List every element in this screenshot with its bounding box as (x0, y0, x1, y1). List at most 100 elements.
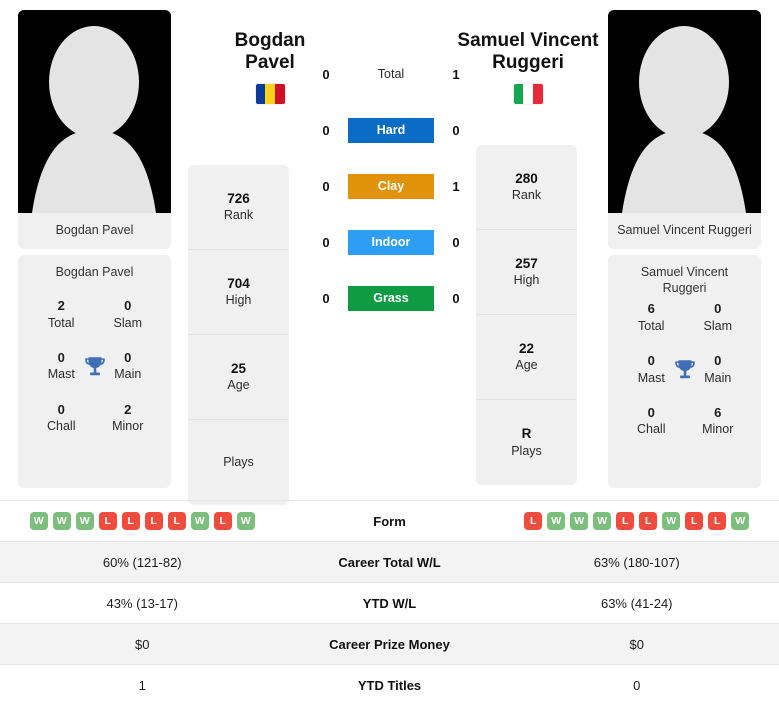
h2h-surface-label: Total (377, 67, 405, 81)
h2h-right-count: 1 (452, 66, 460, 82)
table-row-career-prize-money: $0 Career Prize Money $0 (0, 623, 779, 664)
form-badge-l: L (213, 512, 232, 530)
h2h-left-count: 0 (322, 290, 330, 306)
info-row-high: 704 High (188, 250, 289, 335)
info-row-rank: 280 Rank (476, 145, 577, 230)
form-badge-w: W (570, 512, 589, 530)
titles-stat: 6 Minor (685, 404, 752, 438)
h2h-surface-bar-indoor: Indoor (348, 229, 434, 255)
form-badge-l: L (98, 512, 117, 530)
info-row-rank: 726 Rank (188, 165, 289, 250)
player-right-info-card: 280 Rank 257 High 22 Age R Plays (476, 145, 577, 485)
player-right-titles-name: Samuel Vincent Ruggeri (640, 265, 729, 295)
italy-flag-icon (513, 83, 543, 104)
player-right-first-name: Samuel Vincent (457, 30, 599, 51)
table-row-ytd-titles: 1 YTD Titles 0 (0, 664, 779, 705)
table-row-form: WWWLLLLWLW Form LWWWLLWLLW (0, 500, 779, 541)
career-total-wl-left: 60% (121-82) (102, 554, 182, 570)
form-badge-l: L (524, 512, 543, 530)
form-badge-l: L (167, 512, 186, 530)
titles-label: Minor (112, 419, 144, 434)
h2h-left-count: 0 (322, 122, 330, 138)
h2h-left-count: 0 (322, 66, 330, 82)
info-label: Rank (223, 208, 254, 223)
titles-label: Slam (703, 318, 732, 333)
form-badge-w: W (29, 512, 48, 530)
head-to-head-surface-list: 0 Total 1 0 Hard 0 0 Clay 1 0 Indoor 0 0 (296, 60, 486, 312)
player-left-photo-frame (18, 10, 171, 213)
titles-label: Total (638, 318, 665, 333)
titles-value: 0 (124, 298, 132, 313)
form-badge-l: L (121, 512, 140, 530)
titles-value: 6 (714, 404, 722, 420)
player-left-first-name: Bogdan (234, 30, 306, 51)
info-label: Rank (511, 188, 542, 203)
titles-stat: 2 Minor (95, 401, 162, 435)
player-right-photo-frame (608, 10, 761, 213)
table-row-career-total-wl: 60% (121-82) Career Total W/L 63% (180-1… (0, 541, 779, 582)
person-placeholder-icon (32, 26, 156, 213)
info-value: 704 (227, 275, 250, 291)
row-label-form: Form (373, 513, 406, 529)
career-prize-money-right: $0 (629, 636, 644, 652)
form-badge-l: L (708, 512, 727, 530)
form-badge-w: W (52, 512, 71, 530)
row-label-career-total-wl: Career Total W/L (338, 554, 441, 570)
form-badge-l: L (144, 512, 163, 530)
h2h-page: Bogdan Pavel Samuel Vincent Ruggeri Bogd… (0, 0, 779, 719)
titles-stat: 0 Slam (685, 300, 752, 334)
player-right-photo-caption: Samuel Vincent Ruggeri (617, 223, 752, 238)
h2h-left-count: 0 (322, 178, 330, 194)
h2h-surface-bar-grass: Grass (348, 285, 434, 311)
info-label: Plays (223, 455, 254, 470)
player-left-photo-card: Bogdan Pavel (18, 10, 171, 249)
player-left-info-card: 726 Rank 704 High 25 Age Plays (188, 165, 289, 505)
ytd-wl-right: 63% (41-24) (600, 595, 673, 611)
form-badge-l: L (616, 512, 635, 530)
h2h-right-count: 0 (452, 122, 460, 138)
titles-label: Minor (702, 422, 734, 437)
person-placeholder-icon (622, 26, 746, 213)
titles-stat: 0 Chall (618, 404, 685, 438)
player-left-titles-name: Bogdan Pavel (55, 265, 134, 279)
h2h-surface-bar-hard: Hard (348, 117, 434, 143)
row-label-career-prize-money: Career Prize Money (329, 636, 450, 652)
info-value: 257 (515, 255, 538, 271)
h2h-row-hard: 0 Hard 0 (296, 116, 486, 144)
titles-value: 0 (57, 401, 65, 417)
form-badge-w: W (731, 512, 750, 530)
h2h-right-count: 0 (452, 290, 460, 306)
h2h-surface-bar-clay: Clay (348, 173, 434, 199)
form-badge-w: W (662, 512, 681, 530)
h2h-row-indoor: 0 Indoor 0 (296, 228, 486, 256)
info-row-plays: Plays (188, 420, 289, 505)
info-row-high: 257 High (476, 230, 577, 315)
ytd-titles-left: 1 (138, 677, 146, 693)
ytd-titles-right: 0 (633, 677, 641, 693)
titles-label: Slam (113, 315, 142, 330)
info-row-age: 22 Age (476, 315, 577, 400)
player-right-titles-card: Samuel Vincent Ruggeri 6 Total 0 Slam 0 … (608, 255, 761, 488)
h2h-right-count: 1 (452, 178, 460, 194)
players-header-area: Bogdan Pavel Samuel Vincent Ruggeri Bogd… (0, 0, 779, 505)
table-row-ytd-wl: 43% (13-17) YTD W/L 63% (41-24) (0, 582, 779, 623)
info-value: 25 (230, 360, 247, 376)
h2h-left-count: 0 (322, 234, 330, 250)
titles-label: Total (48, 315, 75, 330)
row-label-ytd-wl: YTD W/L (362, 595, 417, 611)
info-value: 726 (227, 190, 250, 206)
titles-stat: 6 Total (618, 300, 685, 334)
info-value: 22 (518, 340, 535, 356)
row-label-ytd-titles: YTD Titles (357, 677, 422, 693)
h2h-right-count: 0 (452, 234, 460, 250)
info-label: High (513, 273, 540, 288)
titles-stat: 0 Slam (95, 297, 162, 331)
info-value: R (521, 426, 532, 442)
info-label: Age (227, 378, 250, 393)
titles-value: 0 (647, 404, 655, 420)
h2h-row-total: 0 Total 1 (296, 60, 486, 88)
form-badge-l: L (639, 512, 658, 530)
form-badges-left: WWWLLLLWLW (0, 512, 285, 530)
player-left-titles-grid: 2 Total 0 Slam 0 Mast 0 Main 0 Chall 2 M… (28, 297, 161, 434)
form-badge-w: W (236, 512, 255, 530)
